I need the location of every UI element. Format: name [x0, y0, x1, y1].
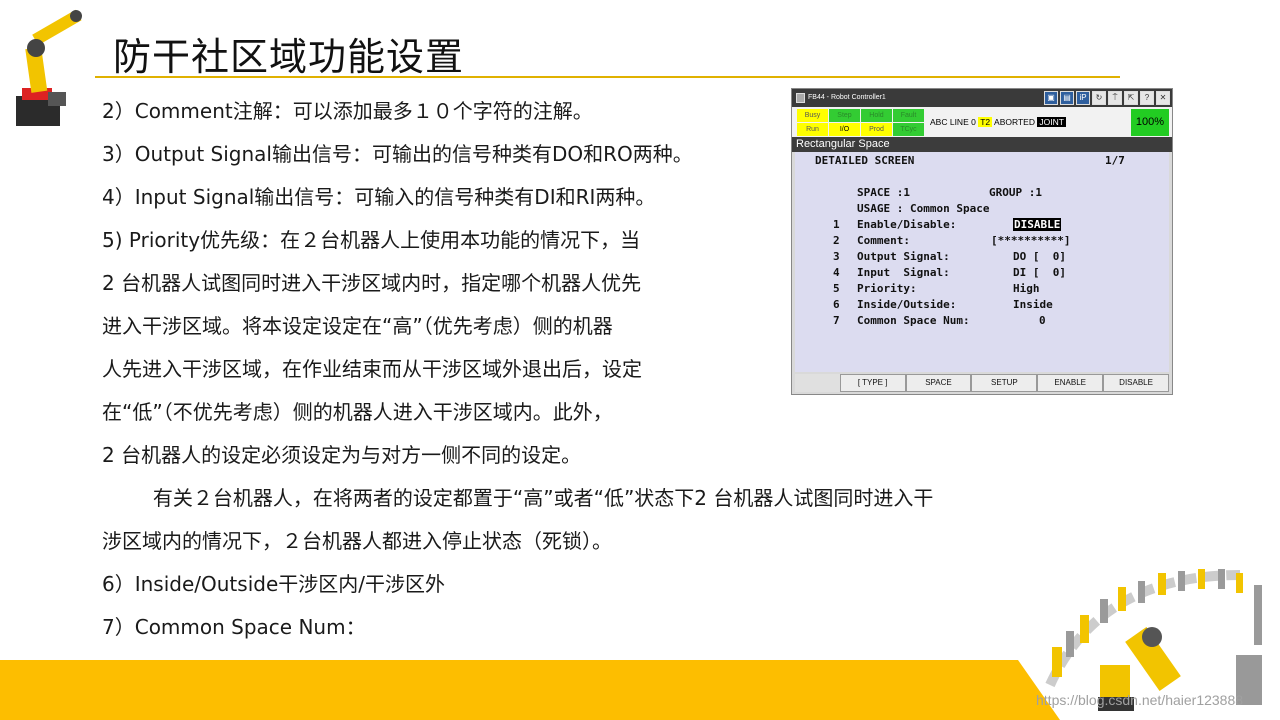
text-line: 在“低”（不优先考虑）侧的机器人进入干涉区域内。此外， — [102, 400, 613, 424]
text-line: 人先进入干涉区域，在作业结束而从干涉区域外退出后，设定 — [102, 357, 642, 381]
fkey-disable[interactable]: DISABLE — [1103, 374, 1169, 392]
item-number: 3 — [833, 250, 840, 263]
resize-icon[interactable]: ⇱ — [1124, 91, 1138, 105]
pendant-toolbar: ▣ ▤ iP ↻ ⍑ ⇱ ? ✕ — [1044, 91, 1170, 105]
monitor-icon[interactable]: ▣ — [1044, 91, 1058, 105]
text-line: 7）Common Space Num： — [102, 615, 366, 639]
output-signal-value[interactable]: DO [ 0] — [1013, 250, 1066, 263]
text-line: 3）Output Signal输出信号：可输出的信号种类有DO和RO两种。 — [102, 142, 693, 166]
item-number: 6 — [833, 298, 840, 311]
keyboard-icon[interactable]: ▤ — [1060, 91, 1074, 105]
common-space-num-value[interactable]: 0 — [1039, 314, 1046, 327]
robot-group-image — [1045, 569, 1262, 711]
title-divider — [95, 76, 1120, 78]
ip-icon[interactable]: iP — [1076, 91, 1090, 105]
io-lamp: I/O — [829, 123, 860, 136]
coord-badge: JOINT — [1037, 117, 1066, 127]
item-number: 5 — [833, 282, 840, 295]
fkey-space[interactable]: SPACE — [905, 374, 972, 392]
text-line: 涉区域内的情况下，２台机器人都进入停止状态（死锁）。 — [102, 529, 612, 553]
item-number: 1 — [833, 218, 840, 231]
pendant-detail-screen: DETAILED SCREEN 1/7 SPACE :1 GROUP :1 US… — [795, 152, 1169, 372]
fkey-blank — [795, 374, 840, 392]
pendant-status-bar: Busy Step Hold Fault Run I/O Prod TCyc A… — [792, 107, 1172, 137]
run-lamp: Run — [797, 123, 828, 136]
page-indicator: 1/7 — [1105, 154, 1125, 167]
program-state: ABORTED — [994, 117, 1035, 127]
program-status-line: ABC LINE 0 T2 ABORTED JOINT — [930, 117, 1066, 127]
space-number: SPACE :1 — [857, 186, 910, 199]
item-number: 7 — [833, 314, 840, 327]
fkey-type[interactable]: [ TYPE ] — [839, 374, 906, 392]
text-line: 5) Priority优先级：在２台机器人上使用本功能的情况下，当 — [102, 228, 641, 252]
wide-text-block: 有关２台机器人，在将两者的设定都置于“高”或者“低”状态下2 台机器人试图同时进… — [102, 477, 1142, 649]
step-lamp: Step — [829, 109, 860, 122]
refresh-icon[interactable]: ↻ — [1092, 91, 1106, 105]
comment-label: Comment: — [857, 234, 910, 247]
common-space-num-label: Common Space Num: — [857, 314, 970, 327]
mode-badge: T2 — [978, 117, 993, 127]
priority-label: Priority: — [857, 282, 917, 295]
item-number: 4 — [833, 266, 840, 279]
text-line: 2 台机器人的设定必须设定为与对方一侧不同的设定。 — [102, 443, 582, 467]
fkey-setup[interactable]: SETUP — [971, 374, 1038, 392]
robot-logo-icon — [16, 9, 82, 126]
pendant-titlebar: FB44 - Robot Controller1 ▣ ▤ iP ↻ ⍑ ⇱ ? … — [792, 89, 1172, 107]
priority-value[interactable]: High — [1013, 282, 1040, 295]
fkey-enable[interactable]: ENABLE — [1037, 374, 1104, 392]
text-line: 进入干涉区域。将本设定设定在“高”（优先考虑）侧的机器 — [102, 314, 613, 338]
enable-disable-label: Enable/Disable: — [857, 218, 957, 231]
screen-name: Rectangular Space — [792, 137, 1172, 152]
text-line: 2 台机器人试图同时进入干涉区域内时，指定哪个机器人优先 — [102, 271, 642, 295]
text-line: 6）Inside/Outside干涉区内/干涉区外 — [102, 572, 445, 596]
text-line: 4）Input Signal输出信号：可输入的信号种类有DI和RI两种。 — [102, 185, 656, 209]
usage-label: USAGE : Common Space — [857, 202, 990, 215]
help-icon[interactable]: ? — [1140, 91, 1154, 105]
prod-lamp: Prod — [861, 123, 892, 136]
inside-outside-label: Inside/Outside: — [857, 298, 957, 311]
item-number: 2 — [833, 234, 840, 247]
text-line: 有关２台机器人，在将两者的设定都置于“高”或者“低”状态下2 台机器人试图同时进… — [102, 486, 934, 510]
comment-value[interactable]: [**********] — [991, 234, 1070, 247]
group-number: GROUP :1 — [989, 186, 1042, 199]
busy-lamp: Busy — [797, 109, 828, 122]
pendant-window-title: FB44 - Robot Controller1 — [808, 94, 886, 101]
text-line: 2）Comment注解：可以添加最多１０个字符的注解。 — [102, 99, 593, 123]
body-text-block: 2）Comment注解：可以添加最多１０个字符的注解。 3）Output Sig… — [102, 90, 762, 477]
watermark: https://blog.csdn.net/haier123888 — [1036, 692, 1244, 708]
override-indicator: 100% — [1131, 109, 1169, 136]
screen-title: DETAILED SCREEN — [815, 154, 915, 167]
teach-pendant-screen: FB44 - Robot Controller1 ▣ ▤ iP ↻ ⍑ ⇱ ? … — [791, 88, 1173, 395]
tool-icon[interactable]: ⍑ — [1108, 91, 1122, 105]
fault-lamp: Fault — [893, 109, 924, 122]
window-icon — [796, 93, 805, 103]
inside-outside-value[interactable]: Inside — [1013, 298, 1053, 311]
tcyc-lamp: TCyc — [893, 123, 924, 136]
enable-disable-value[interactable]: DISABLE — [1013, 218, 1062, 231]
program-line-text: ABC LINE 0 — [930, 117, 976, 127]
slide-title: 防干社区域功能设置 — [113, 35, 465, 79]
input-signal-value[interactable]: DI [ 0] — [1013, 266, 1066, 279]
output-signal-label: Output Signal: — [857, 250, 950, 263]
function-key-bar: [ TYPE ] SPACE SETUP ENABLE DISABLE — [795, 374, 1169, 392]
hold-lamp: Hold — [861, 109, 892, 122]
input-signal-label: Input Signal: — [857, 266, 950, 279]
close-icon[interactable]: ✕ — [1156, 91, 1170, 105]
